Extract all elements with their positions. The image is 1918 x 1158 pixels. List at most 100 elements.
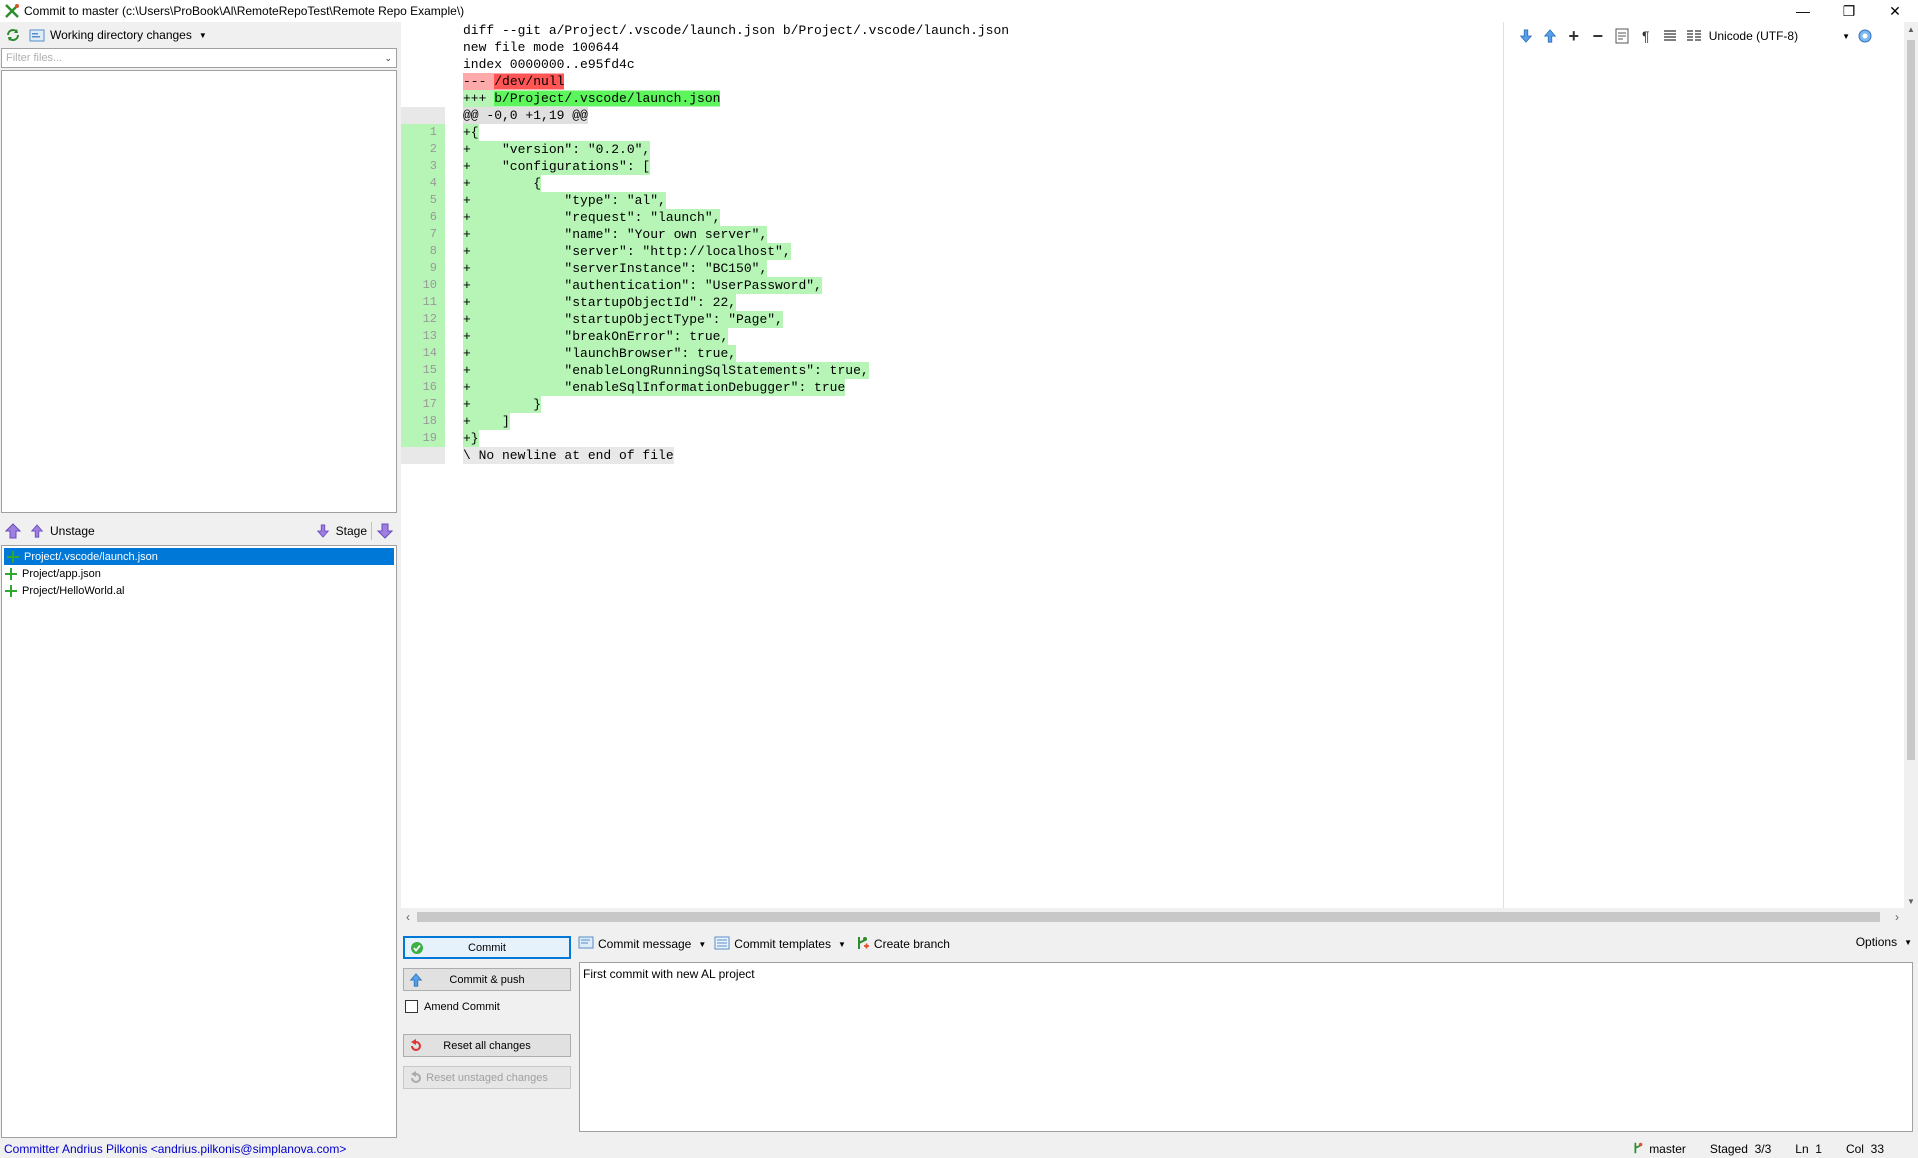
staged-file-name: Project/.vscode/launch.json: [24, 550, 158, 563]
refresh-icon[interactable]: [4, 26, 22, 44]
settings-gear-icon[interactable]: [1856, 27, 1874, 45]
diff-viewer[interactable]: 1 2 3 4 5 6 7 8 9 10 11 12 13 14 15 16 17 18 19 diff --git…: [401, 22, 1904, 908]
chevron-down-icon: ▼: [198, 30, 207, 40]
git-extensions-commit-window: Commit to master (c:\Users\ProBook\Al\Re…: [0, 0, 1918, 1158]
diff-added-line: + ]: [463, 413, 510, 430]
staged-file-row[interactable]: Project/app.json: [2, 565, 396, 582]
chevron-down-icon: ▼: [698, 939, 707, 949]
show-entire-file-icon[interactable]: [1613, 27, 1631, 45]
committer-link[interactable]: Committer Andrius Pilkonis <andrius.pilk…: [4, 1142, 346, 1156]
gutter-line-number: 17: [401, 396, 445, 413]
added-file-icon: [4, 584, 18, 598]
restore-icon[interactable]: ❐: [1826, 0, 1872, 22]
unstaged-panel: Working directory changes ▼ Filter files…: [0, 22, 398, 514]
diff-added-line: + "version": "0.2.0",: [463, 141, 651, 158]
chevron-down-icon: ▼: [1904, 937, 1912, 947]
diff-column-guide: [1503, 22, 1504, 908]
gutter-line-number: 15: [401, 362, 445, 379]
chevron-down-icon[interactable]: ⌄: [384, 53, 392, 64]
commit-templates-dropdown[interactable]: Commit templates ▼: [714, 936, 846, 953]
push-arrow-icon: [408, 972, 424, 988]
diff-added-line: + "request": "launch",: [463, 209, 721, 226]
gutter-line-number: 3: [401, 158, 445, 175]
amend-commit-checkbox[interactable]: Amend Commit: [405, 1000, 500, 1013]
git-extensions-logo-icon: [4, 3, 20, 19]
diff-vertical-scrollbar[interactable]: ▲ ▼: [1904, 22, 1918, 908]
diff-horizontal-scrollbar[interactable]: ‹ ›: [401, 908, 1904, 926]
working-directory-icon: [28, 26, 46, 44]
options-dropdown[interactable]: Options ▼: [1856, 935, 1912, 949]
unstage-button[interactable]: Unstage: [28, 522, 95, 540]
commit-templates-icon: [714, 936, 730, 953]
diff-added-line: +}: [463, 430, 479, 447]
unstage-all-icon[interactable]: [4, 522, 22, 540]
gutter-line-number: 4: [401, 175, 445, 192]
gutter-line-number: 16: [401, 379, 445, 396]
encoding-dropdown[interactable]: Unicode (UTF-8) ▼: [1709, 29, 1850, 43]
diff-added-line: + "authentication": "UserPassword",: [463, 277, 822, 294]
decrease-context-icon[interactable]: −: [1589, 26, 1607, 46]
vertical-scroll-thumb[interactable]: [1907, 40, 1915, 760]
diff-added-line: + "type": "al",: [463, 192, 666, 209]
filter-files-placeholder: Filter files...: [6, 52, 63, 64]
diff-header-line: index 0000000..e95fd4c: [463, 57, 635, 72]
working-directory-dropdown[interactable]: Working directory changes ▼: [28, 26, 207, 44]
previous-change-icon[interactable]: [1541, 27, 1559, 45]
ignore-whitespace-icon[interactable]: [1661, 27, 1679, 45]
working-directory-label: Working directory changes: [50, 28, 192, 42]
commit-message-dropdown[interactable]: Commit message ▼: [578, 936, 706, 953]
create-branch-button[interactable]: Create branch: [854, 935, 950, 954]
gutter-blank: [401, 90, 445, 107]
current-branch[interactable]: master: [1631, 1141, 1686, 1158]
gutter-blank: [401, 22, 445, 39]
diff-minus-line: --- /dev/null: [463, 73, 565, 90]
checkbox-box[interactable]: [405, 1000, 418, 1013]
scroll-up-icon[interactable]: ▲: [1904, 22, 1918, 36]
gutter-line-number: 18: [401, 413, 445, 430]
gutter-no-newline: [401, 447, 445, 464]
commit-message-textarea[interactable]: First commit with new AL project: [579, 962, 1913, 1132]
side-by-side-icon[interactable]: [1685, 27, 1703, 45]
stage-label: Stage: [335, 524, 367, 538]
diff-added-line: + "name": "Your own server",: [463, 226, 768, 243]
scroll-left-icon[interactable]: ‹: [401, 908, 415, 926]
reset-all-changes-button[interactable]: Reset all changes: [403, 1034, 571, 1057]
commit-button[interactable]: Commit: [403, 936, 571, 959]
next-change-icon[interactable]: [1517, 27, 1535, 45]
staged-file-row[interactable]: Project/HelloWorld.al: [2, 582, 396, 599]
diff-added-line: + "breakOnError": true,: [463, 328, 729, 345]
line-number-gutter: 1 2 3 4 5 6 7 8 9 10 11 12 13 14 15 16 17 18 19: [401, 22, 445, 908]
amend-commit-label: Amend Commit: [424, 1000, 500, 1013]
stage-all-icon[interactable]: [376, 522, 394, 540]
gutter-line-number: 11: [401, 294, 445, 311]
reset-unstaged-changes-button[interactable]: Reset unstaged changes: [403, 1066, 571, 1089]
gutter-blank: [401, 73, 445, 90]
scroll-right-icon[interactable]: ›: [1890, 908, 1904, 926]
close-icon[interactable]: ✕: [1872, 0, 1918, 22]
stage-button[interactable]: Stage: [314, 522, 367, 540]
staged-file-row[interactable]: Project/.vscode/launch.json: [4, 548, 394, 565]
staged-files-list[interactable]: Project/.vscode/launch.json Project/app.…: [1, 545, 397, 1138]
diff-added-line: + "serverInstance": "BC150",: [463, 260, 768, 277]
line-number: Ln 1: [1795, 1142, 1822, 1156]
minimize-icon[interactable]: —: [1780, 0, 1826, 22]
diff-hunk-header: @@ -0,0 +1,19 @@: [463, 107, 588, 124]
unstage-label: Unstage: [50, 524, 95, 538]
gutter-line-number: 5: [401, 192, 445, 209]
staged-count: Staged 3/3: [1709, 1142, 1772, 1156]
unstaged-files-list[interactable]: [1, 70, 397, 513]
gutter-line-number: 10: [401, 277, 445, 294]
stage-toolbar: Unstage Stage: [0, 520, 398, 542]
diff-added-line: + "startupObjectId": 22,: [463, 294, 737, 311]
diff-no-newline: \ No newline at end of file: [463, 447, 674, 464]
horizontal-scroll-thumb[interactable]: [417, 912, 1880, 922]
show-nonprinting-icon[interactable]: ¶: [1637, 27, 1655, 45]
window-title: Commit to master (c:\Users\ProBook\Al\Re…: [24, 4, 465, 18]
scroll-down-icon[interactable]: ▼: [1904, 894, 1918, 908]
gutter-line-number: 9: [401, 260, 445, 277]
filter-files-input[interactable]: Filter files... ⌄: [1, 48, 397, 68]
gutter-blank: [401, 39, 445, 56]
unstaged-toolbar: Working directory changes ▼: [0, 22, 398, 48]
commit-and-push-button[interactable]: Commit & push: [403, 968, 571, 991]
increase-context-icon[interactable]: +: [1565, 26, 1583, 46]
